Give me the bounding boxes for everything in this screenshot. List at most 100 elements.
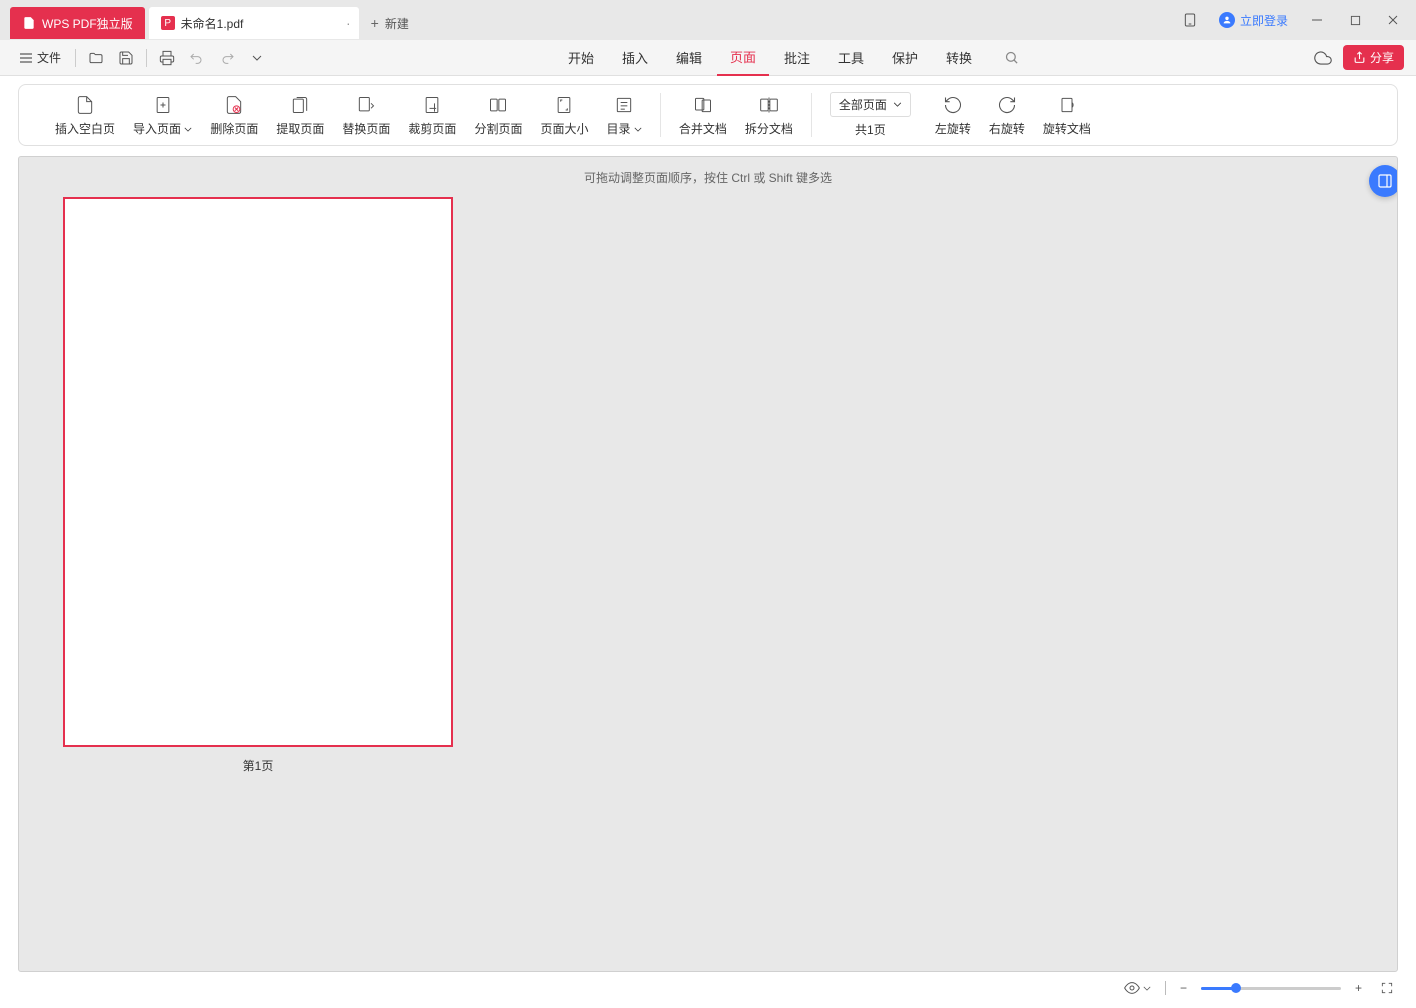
menubar-right: 分享 xyxy=(1309,44,1404,72)
tab-insert[interactable]: 插入 xyxy=(609,40,661,76)
device-icon-button[interactable] xyxy=(1171,4,1209,36)
ribbon-group-rotate: 左旋转 右旋转 旋转文档 xyxy=(929,94,1109,137)
maximize-button[interactable] xyxy=(1336,4,1374,36)
share-button[interactable]: 分享 xyxy=(1343,45,1404,70)
more-dropdown-button[interactable] xyxy=(243,44,271,72)
split-doc-button[interactable]: 拆分文档 xyxy=(745,94,793,137)
tab-annotate[interactable]: 批注 xyxy=(771,40,823,76)
plus-icon: + xyxy=(371,15,379,31)
delete-page-icon xyxy=(223,94,245,116)
tab-start[interactable]: 开始 xyxy=(555,40,607,76)
app-tab-label: WPS PDF独立版 xyxy=(42,15,133,32)
undo-button[interactable] xyxy=(183,44,211,72)
chevron-down-icon xyxy=(893,102,902,107)
toc-icon xyxy=(613,94,635,116)
new-tab-button[interactable]: + 新建 xyxy=(359,7,421,39)
tab-tools[interactable]: 工具 xyxy=(825,40,877,76)
rotate-right-icon xyxy=(996,94,1018,116)
search-button[interactable] xyxy=(997,44,1025,72)
share-icon xyxy=(1353,51,1366,64)
tab-page[interactable]: 页面 xyxy=(717,40,769,76)
close-window-button[interactable] xyxy=(1374,4,1412,36)
print-button[interactable] xyxy=(153,44,181,72)
rotate-right-button[interactable]: 右旋转 xyxy=(989,94,1025,137)
panel-icon xyxy=(1377,173,1393,189)
redo-button[interactable] xyxy=(213,44,241,72)
split-page-icon xyxy=(487,94,509,116)
toc-button[interactable]: 目录 xyxy=(606,94,641,137)
separator xyxy=(146,49,147,67)
replace-page-icon xyxy=(355,94,377,116)
extract-page-icon xyxy=(289,94,311,116)
tab-protect[interactable]: 保护 xyxy=(879,40,931,76)
rotate-doc-icon xyxy=(1056,94,1078,116)
cloud-sync-button[interactable] xyxy=(1309,44,1337,72)
chevron-down-icon xyxy=(1143,986,1151,991)
page-range-dropdown[interactable]: 全部页面 xyxy=(830,92,911,117)
file-menu-label: 文件 xyxy=(37,49,61,66)
zoom-slider-thumb[interactable] xyxy=(1231,983,1241,993)
new-tab-label: 新建 xyxy=(385,15,409,32)
replace-page-button[interactable]: 替换页面 xyxy=(342,94,390,137)
open-button[interactable] xyxy=(82,44,110,72)
page-label: 第1页 xyxy=(63,757,453,774)
fullscreen-icon xyxy=(1380,981,1394,995)
fullscreen-button[interactable] xyxy=(1376,979,1398,997)
ribbon-group-select: 全部页面 共1页 xyxy=(812,92,929,138)
titlebar: WPS PDF独立版 P 未命名1.pdf · + 新建 立即登录 xyxy=(0,0,1416,40)
statusbar: − + xyxy=(1120,976,1398,1000)
login-label: 立即登录 xyxy=(1240,12,1288,29)
zoom-slider[interactable] xyxy=(1201,987,1341,990)
menubar-left: 文件 xyxy=(12,44,271,72)
rotate-doc-button[interactable]: 旋转文档 xyxy=(1043,94,1091,137)
titlebar-right: 立即登录 xyxy=(1171,0,1416,40)
merge-doc-button[interactable]: 合并文档 xyxy=(679,94,727,137)
rotate-left-icon xyxy=(942,94,964,116)
page-thumbnail[interactable] xyxy=(63,197,453,747)
zoom-out-button[interactable]: − xyxy=(1176,979,1191,997)
delete-page-button[interactable]: 删除页面 xyxy=(210,94,258,137)
page-count-label: 共1页 xyxy=(855,121,886,138)
close-tab-icon[interactable]: · xyxy=(346,15,351,31)
pdf-app-icon xyxy=(22,16,36,30)
document-tab-label: 未命名1.pdf xyxy=(181,15,244,32)
split-doc-icon xyxy=(758,94,780,116)
page-canvas: 可拖动调整页面顺序，按住 Ctrl 或 Shift 键多选 第1页 xyxy=(18,156,1398,972)
minimize-button[interactable] xyxy=(1298,4,1336,36)
insert-blank-page-button[interactable]: 插入空白页 xyxy=(55,94,115,137)
merge-doc-icon xyxy=(692,94,714,116)
view-mode-button[interactable] xyxy=(1120,978,1155,998)
pdf-doc-icon: P xyxy=(161,16,175,30)
import-page-button[interactable]: 导入页面 xyxy=(133,94,192,137)
page-size-icon xyxy=(553,94,575,116)
ribbon-group-pages: 插入空白页 导入页面 删除页面 提取页面 替换页面 裁剪页面 分割页面 页面 xyxy=(37,94,660,137)
extract-page-button[interactable]: 提取页面 xyxy=(276,94,324,137)
login-button[interactable]: 立即登录 xyxy=(1209,12,1298,29)
split-page-button[interactable]: 分割页面 xyxy=(474,94,522,137)
share-label: 分享 xyxy=(1370,49,1394,66)
separator xyxy=(75,49,76,67)
ribbon: 插入空白页 导入页面 删除页面 提取页面 替换页面 裁剪页面 分割页面 页面 xyxy=(18,84,1398,146)
hamburger-icon xyxy=(20,53,32,63)
eye-icon xyxy=(1124,980,1140,996)
tab-edit[interactable]: 编辑 xyxy=(663,40,715,76)
save-button[interactable] xyxy=(112,44,140,72)
crop-page-button[interactable]: 裁剪页面 xyxy=(408,94,456,137)
import-page-icon xyxy=(152,94,174,116)
blank-page-icon xyxy=(74,94,96,116)
separator xyxy=(1165,981,1166,995)
file-menu-button[interactable]: 文件 xyxy=(12,45,69,70)
tab-convert[interactable]: 转换 xyxy=(933,40,985,76)
zoom-in-button[interactable]: + xyxy=(1351,979,1366,997)
side-panel-toggle-button[interactable] xyxy=(1369,165,1398,197)
document-tab[interactable]: P 未命名1.pdf · xyxy=(149,7,359,39)
menubar: 文件 开始 插入 编辑 页面 批注 工具 保护 转换 xyxy=(0,40,1416,76)
page-size-button[interactable]: 页面大小 xyxy=(540,94,588,137)
page-thumbnail-wrap: 第1页 xyxy=(63,197,453,774)
rotate-left-button[interactable]: 左旋转 xyxy=(935,94,971,137)
crop-page-icon xyxy=(421,94,443,116)
menu-tabs: 开始 插入 编辑 页面 批注 工具 保护 转换 xyxy=(555,40,1025,76)
canvas-hint: 可拖动调整页面顺序，按住 Ctrl 或 Shift 键多选 xyxy=(19,157,1397,198)
app-tab[interactable]: WPS PDF独立版 xyxy=(10,7,145,39)
ribbon-group-docs: 合并文档 拆分文档 xyxy=(661,94,811,137)
